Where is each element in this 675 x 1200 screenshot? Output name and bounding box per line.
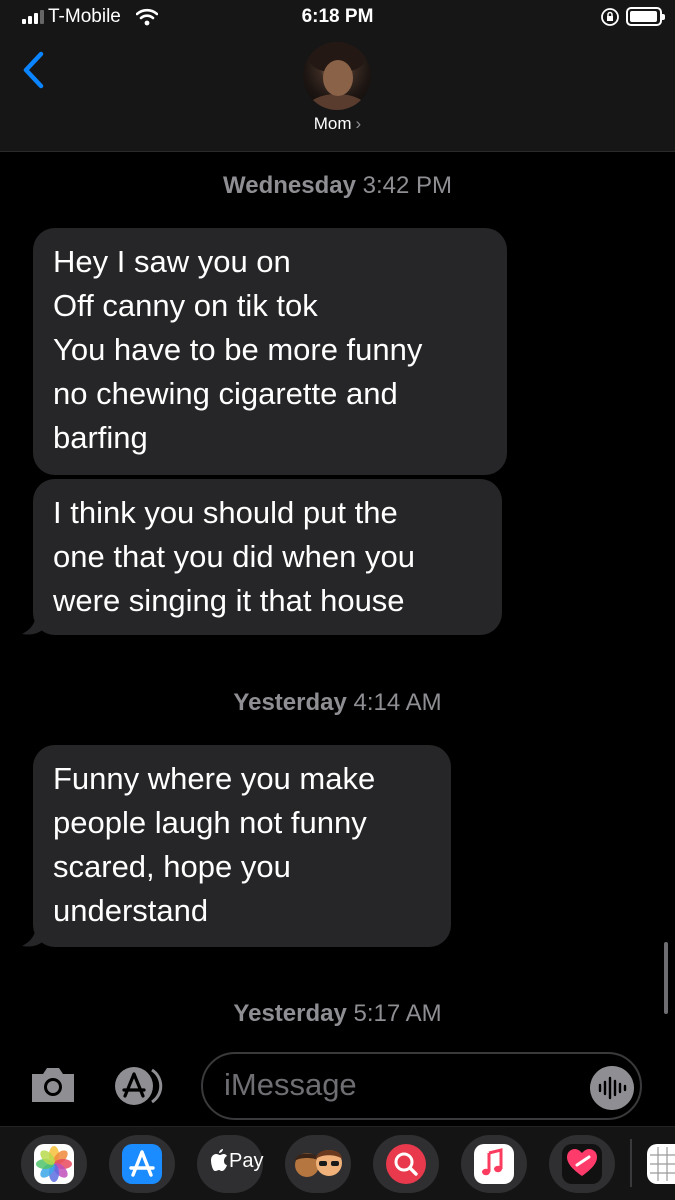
music-icon [474, 1144, 514, 1184]
message-text-line: scared, hope you [53, 849, 291, 884]
contact-name: Mom [313, 114, 352, 133]
contact-avatar[interactable] [303, 42, 371, 110]
music-app-button[interactable] [461, 1135, 527, 1193]
scroll-indicator[interactable] [664, 942, 668, 1014]
received-message-bubble[interactable]: I think you should put the one that you … [33, 479, 502, 635]
digital-touch-icon [562, 1144, 602, 1184]
contact-name-button[interactable]: Mom › [0, 114, 675, 134]
back-chevron-icon[interactable] [14, 46, 58, 90]
battery-icon [626, 7, 665, 26]
timestamp-day: Yesterday [233, 689, 347, 716]
conversation-header: Mom › [0, 36, 675, 152]
message-text-line: Hey I saw you on [53, 244, 291, 279]
digital-touch-app-button[interactable] [549, 1135, 615, 1193]
app-store-app-button[interactable] [109, 1135, 175, 1193]
apple-pay-app-button[interactable]: Pay [197, 1135, 263, 1193]
timestamp-time: 5:17 AM [353, 1000, 442, 1027]
message-text-line: I think you should put the [53, 495, 398, 530]
received-message-bubble[interactable]: Hey I saw you on Off canny on tik tok Yo… [33, 228, 507, 475]
bubble-tail [22, 924, 46, 947]
web-search-icon [386, 1144, 426, 1184]
received-message-bubble[interactable]: Funny where you make people laugh not fu… [33, 745, 451, 947]
timestamp: Yesterday 4:14 AM [0, 689, 675, 717]
status-time: 6:18 PM [301, 6, 374, 27]
message-input-placeholder: iMessage [224, 1067, 357, 1102]
more-apps-icon[interactable] [644, 1141, 675, 1187]
bubble-tail [22, 612, 46, 635]
message-text-line: were singing it that house [53, 583, 405, 618]
app-store-icon [122, 1144, 162, 1184]
app-drawer-divider [630, 1139, 632, 1187]
message-text-line: understand [53, 893, 209, 928]
imessage-app-drawer: Pay [0, 1126, 675, 1200]
photos-icon [34, 1144, 74, 1184]
web-search-app-button[interactable] [373, 1135, 439, 1193]
timestamp-day: Wednesday [223, 172, 356, 199]
memoji-icon [295, 1150, 342, 1177]
chevron-right-icon: › [355, 114, 362, 133]
camera-icon[interactable] [28, 1064, 78, 1106]
apple-pay-label: Pay [229, 1150, 264, 1172]
timestamp-day: Yesterday [233, 1000, 347, 1027]
message-text-line: Funny where you make [53, 761, 376, 796]
message-text-line: Off canny on tik tok [53, 288, 318, 323]
audio-message-icon[interactable] [590, 1066, 634, 1110]
memoji-app-button[interactable] [285, 1135, 351, 1193]
rotation-lock-icon [601, 8, 619, 26]
message-text-line: people laugh not funny [53, 805, 367, 840]
timestamp: Yesterday 5:17 AM [0, 1000, 675, 1028]
message-text-line: one that you did when you [53, 539, 415, 574]
message-text-line: You have to be more funny [53, 332, 423, 367]
timestamp-time: 4:14 AM [353, 689, 442, 716]
message-text-line: no chewing cigarette and [53, 376, 398, 411]
timestamp-time: 3:42 PM [362, 172, 452, 199]
message-text-line: barfing [53, 420, 148, 455]
photos-app-button[interactable] [21, 1135, 87, 1193]
app-store-drawer-icon[interactable] [112, 1064, 174, 1108]
status-bar: T-Mobile 6:18 PM [0, 0, 675, 36]
timestamp: Wednesday 3:42 PM [0, 172, 675, 200]
